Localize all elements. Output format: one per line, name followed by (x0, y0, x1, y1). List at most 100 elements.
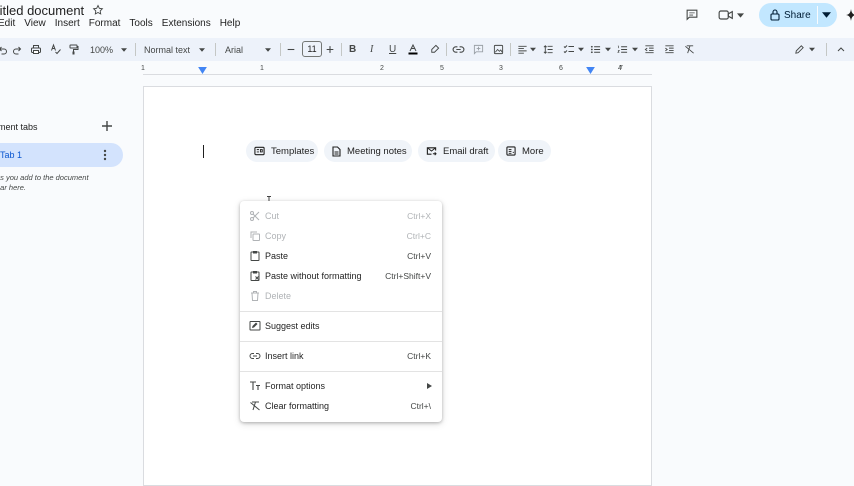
insert-link-icon[interactable] (452, 38, 465, 61)
menu-tools[interactable]: Tools (129, 18, 152, 32)
toolbar-divider (510, 43, 511, 56)
redo-icon[interactable] (12, 38, 22, 61)
line-spacing-icon[interactable] (543, 38, 554, 61)
chip-label: Templates (271, 145, 315, 157)
menu-insert[interactable]: Insert (55, 18, 80, 32)
menu-item-shortcut: Ctrl+Shift+V (385, 271, 431, 281)
share-caret-icon[interactable] (822, 11, 831, 19)
menu-item-paste[interactable]: Paste Ctrl+V (240, 246, 442, 266)
highlight-icon[interactable] (429, 38, 440, 61)
chip-label: Email draft (443, 145, 489, 157)
insert-image-icon[interactable] (493, 38, 504, 61)
sidebar-tab-1[interactable]: Tab 1 (0, 143, 123, 167)
print-icon[interactable] (30, 38, 42, 61)
clear-format-icon (250, 401, 260, 411)
template-icon (254, 146, 265, 156)
menu-item-label: Paste (265, 251, 289, 261)
underline-icon[interactable]: U (389, 38, 396, 61)
text-format-icon (250, 381, 260, 390)
style-value: Normal text (144, 44, 191, 55)
video-call-icon[interactable] (718, 9, 734, 21)
font-size-input[interactable]: 11 (302, 41, 322, 57)
more-icon (506, 146, 516, 156)
formatting-toolbar: 100% Normal text Arial B I U (0, 38, 854, 61)
more-vert-icon[interactable] (103, 149, 107, 161)
ruler-number: 2 (380, 65, 384, 72)
trash-icon (251, 291, 259, 301)
checklist-icon[interactable] (563, 38, 575, 61)
paint-format-icon[interactable] (68, 38, 80, 61)
menu-help[interactable]: Help (220, 18, 241, 32)
increase-indent-icon[interactable] (664, 38, 675, 61)
spellcheck-icon[interactable] (50, 38, 62, 61)
star-icon[interactable] (92, 3, 104, 17)
menu-extensions[interactable]: Extensions (162, 18, 211, 32)
menu-format[interactable]: Format (89, 18, 121, 32)
numbered-caret-icon[interactable] (632, 38, 638, 61)
context-menu: Cut Ctrl+X Copy Ctrl+C Paste Ctrl+V Past… (240, 201, 442, 422)
horizontal-ruler[interactable]: 1 1 2 3 4 5 6 7 (141, 65, 652, 77)
more-chip[interactable]: More (498, 140, 551, 162)
checklist-caret-icon[interactable] (578, 38, 584, 61)
menu-item-delete[interactable]: Delete (240, 286, 442, 306)
increase-font-size-icon[interactable] (326, 38, 334, 61)
ruler-number: 3 (499, 65, 503, 72)
title-bar: titled document Edit View Insert Format … (0, 0, 854, 36)
zoom-caret-icon (121, 47, 128, 52)
editing-mode-caret-icon[interactable] (809, 38, 815, 61)
menu-item-insert-link[interactable]: Insert link Ctrl+K (240, 346, 442, 366)
templates-chip[interactable]: Templates (246, 140, 318, 162)
add-comment-icon[interactable] (473, 38, 484, 61)
font-caret-icon (265, 47, 272, 52)
menu-item-format-options[interactable]: Format options (240, 376, 442, 396)
left-indent-marker-icon[interactable] (198, 67, 207, 74)
menu-divider (240, 371, 442, 372)
comment-icon[interactable] (685, 8, 699, 21)
align-icon[interactable] (517, 38, 528, 61)
scissors-icon (250, 211, 260, 221)
ruler-baseline (143, 74, 652, 75)
style-select[interactable]: Normal text (144, 38, 206, 61)
bulleted-caret-icon[interactable] (605, 38, 611, 61)
menu-item-label: Delete (265, 291, 292, 301)
decrease-indent-icon[interactable] (644, 38, 655, 61)
menu-edit[interactable]: Edit (0, 18, 15, 32)
menu-item-label: Suggest edits (265, 321, 320, 331)
document-title[interactable]: titled document (0, 3, 84, 18)
chip-label: More (522, 145, 544, 157)
style-caret-icon (199, 47, 206, 52)
chip-label: Meeting notes (347, 145, 407, 157)
align-caret-icon[interactable] (530, 38, 536, 61)
menu-item-copy[interactable]: Copy Ctrl+C (240, 226, 442, 246)
menu-item-shortcut: Ctrl+\ (410, 401, 431, 411)
video-caret-icon[interactable] (737, 13, 744, 18)
add-tab-icon[interactable] (101, 120, 113, 132)
menu-item-cut[interactable]: Cut Ctrl+X (240, 206, 442, 226)
ruler-number: 7 (619, 65, 623, 72)
menu-view[interactable]: View (24, 18, 46, 32)
decrease-font-size-icon[interactable] (287, 38, 295, 61)
gemini-icon[interactable] (846, 9, 854, 21)
share-button[interactable]: Share (759, 3, 837, 27)
editing-mode-pencil-icon[interactable] (794, 38, 805, 61)
menu-item-label: Format options (265, 381, 326, 391)
menu-item-clear-formatting[interactable]: Clear formatting Ctrl+\ (240, 396, 442, 416)
bulleted-list-icon[interactable] (590, 38, 601, 61)
menu-item-shortcut: Ctrl+X (407, 211, 431, 221)
text-color-icon[interactable] (407, 38, 419, 61)
collapse-menus-icon[interactable] (836, 38, 846, 61)
clear-formatting-icon[interactable] (684, 38, 695, 61)
font-select[interactable]: Arial (225, 38, 272, 61)
italic-icon[interactable]: I (370, 38, 373, 61)
submenu-arrow-icon (427, 383, 432, 389)
right-indent-marker-icon[interactable] (586, 67, 595, 74)
undo-icon[interactable] (0, 38, 8, 61)
email-draft-chip[interactable]: Email draft (418, 140, 495, 162)
menu-item-paste-without-formatting[interactable]: Paste without formatting Ctrl+Shift+V (240, 266, 442, 286)
numbered-list-icon[interactable] (617, 38, 628, 61)
meeting-notes-chip[interactable]: Meeting notes (324, 140, 412, 162)
zoom-select[interactable]: 100% (90, 38, 128, 61)
share-label: Share (784, 9, 811, 21)
menu-item-suggest-edits[interactable]: Suggest edits (240, 316, 442, 336)
bold-icon[interactable]: B (349, 38, 356, 61)
